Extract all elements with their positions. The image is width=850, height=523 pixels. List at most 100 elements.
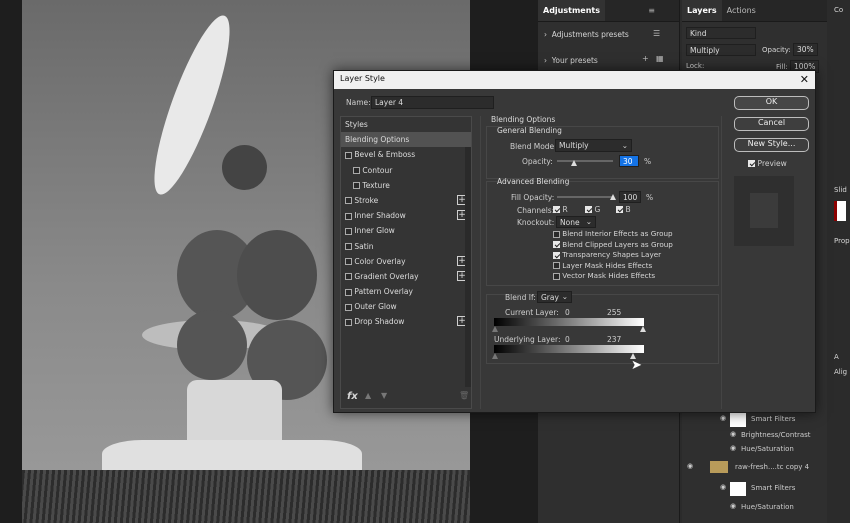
underlying-layer-gradient xyxy=(494,345,644,353)
knockout-select[interactable]: None ⌄ xyxy=(556,216,596,228)
style-checkbox[interactable] xyxy=(345,212,352,220)
style-checkbox[interactable] xyxy=(345,243,352,250)
style-item-bevel-emboss[interactable]: Bevel & Emboss xyxy=(341,147,471,162)
add-preset-icon[interactable]: + xyxy=(642,54,649,63)
name-input[interactable]: Layer 4 xyxy=(371,96,494,109)
style-checkbox[interactable] xyxy=(345,151,352,159)
arrow-up-icon[interactable]: ▲ xyxy=(365,391,371,400)
styles-scrollbar[interactable] xyxy=(465,147,471,387)
strawberry-shape xyxy=(222,145,267,190)
layer-thumb xyxy=(710,461,728,473)
style-item-inner-glow[interactable]: Inner Glow xyxy=(341,223,471,238)
layer-opacity[interactable]: Opacity: 30% xyxy=(762,43,818,56)
eye-icon[interactable]: ◉ xyxy=(687,462,693,470)
opacity-label: Opacity: xyxy=(522,157,553,166)
layer-row[interactable]: ◉ Smart Filters xyxy=(683,482,830,496)
tab-layers[interactable]: Layers xyxy=(682,0,722,21)
slider-thumb[interactable] xyxy=(570,160,577,166)
option-checkbox-0[interactable]: Blend Interior Effects as Group xyxy=(553,229,673,240)
layer-row[interactable]: ◉ Hue/Saturation xyxy=(683,443,830,457)
style-checkbox[interactable] xyxy=(353,182,360,190)
ok-button[interactable]: OK xyxy=(734,96,809,110)
adjustments-presets-row[interactable]: › Adjustments presets xyxy=(544,30,629,39)
option-checkbox-3[interactable]: Layer Mask Hides Effects xyxy=(553,261,673,272)
cancel-button[interactable]: Cancel xyxy=(734,117,809,131)
chevron-down-icon: ⌄ xyxy=(561,292,568,301)
underlying-low-handle[interactable] xyxy=(492,353,498,359)
dialog-titlebar[interactable]: Layer Style ✕ xyxy=(334,71,815,89)
fill-opacity-input[interactable]: 100 xyxy=(619,191,641,203)
fx-icon[interactable]: fx xyxy=(347,391,358,402)
cursor-icon: ➤ xyxy=(631,358,642,373)
layer-row[interactable]: ◉ Hue/Saturation xyxy=(683,501,830,515)
preview-box xyxy=(734,176,794,246)
channel-b-checkbox[interactable]: B xyxy=(616,205,631,214)
tab-actions[interactable]: Actions xyxy=(722,0,761,21)
option-checkbox-2[interactable]: Transparency Shapes Layer xyxy=(553,250,673,261)
eye-icon[interactable]: ◉ xyxy=(730,430,736,438)
current-low-handle[interactable] xyxy=(492,326,498,332)
style-item-contour[interactable]: Contour xyxy=(341,163,471,178)
divider xyxy=(721,116,722,409)
opacity-slider[interactable] xyxy=(557,160,613,166)
panel-menu-icon[interactable]: ≡ xyxy=(648,6,655,15)
style-checkbox[interactable] xyxy=(345,197,352,205)
style-label: Gradient Overlay xyxy=(354,271,419,281)
option-checkbox-4[interactable]: Vector Mask Hides Effects xyxy=(553,271,673,282)
blend-mode-select[interactable]: Multiply ⌄ xyxy=(555,139,632,152)
layer-blend-mode-select[interactable]: Multiply xyxy=(686,44,756,56)
option-checkbox-1[interactable]: Blend Clipped Layers as Group xyxy=(553,240,673,251)
blend-if-select[interactable]: Gray ⌄ xyxy=(537,291,572,303)
layer-row[interactable]: ◉ Brightness/Contrast xyxy=(683,429,830,443)
style-checkbox[interactable] xyxy=(353,167,360,175)
arrow-down-icon[interactable]: ▼ xyxy=(381,391,387,400)
tab-adjustments[interactable]: Adjustments xyxy=(538,0,605,21)
panel-tab-color[interactable]: Co xyxy=(834,6,843,14)
close-icon[interactable]: ✕ xyxy=(800,73,809,86)
style-checkbox[interactable] xyxy=(345,227,352,235)
panel-label-prop: Prop xyxy=(834,237,850,245)
opacity-input[interactable]: 30 xyxy=(619,155,639,167)
style-item-gradient-overlay[interactable]: Gradient Overlay + xyxy=(341,269,471,284)
fill-opacity-slider[interactable] xyxy=(557,194,616,200)
style-item-stroke[interactable]: Stroke + xyxy=(341,193,471,208)
style-item-outer-glow[interactable]: Outer Glow xyxy=(341,299,471,314)
percent-label: % xyxy=(646,193,654,202)
style-item-inner-shadow[interactable]: Inner Shadow + xyxy=(341,208,471,223)
channel-g-checkbox[interactable]: G xyxy=(585,205,600,214)
style-label: Bevel & Emboss xyxy=(354,150,416,160)
grid-view-icon[interactable]: ▦ xyxy=(656,54,664,63)
blend-if-label: Blend If: xyxy=(505,293,536,302)
new-style-button[interactable]: New Style... xyxy=(734,138,809,152)
style-item-drop-shadow[interactable]: Drop Shadow + xyxy=(341,314,471,329)
chevron-down-icon: ⌄ xyxy=(585,217,592,226)
panel-label-slid: Slid xyxy=(834,186,847,194)
style-item-satin[interactable]: Satin xyxy=(341,239,471,254)
eye-icon[interactable]: ◉ xyxy=(720,483,726,491)
eye-icon[interactable]: ◉ xyxy=(730,444,736,452)
layer-row[interactable]: ◉ Smart Filters xyxy=(683,413,830,427)
style-item-color-overlay[interactable]: Color Overlay + xyxy=(341,254,471,269)
eye-icon[interactable]: ◉ xyxy=(730,502,736,510)
style-checkbox[interactable] xyxy=(345,288,352,296)
properties-column: Co Slid Prop A Alig xyxy=(832,0,850,523)
channel-r-checkbox[interactable]: R xyxy=(553,205,568,214)
style-item-blending-options[interactable]: Blending Options xyxy=(341,132,471,148)
style-item-texture[interactable]: Texture xyxy=(341,178,471,193)
color-swatch[interactable] xyxy=(834,201,846,221)
your-presets-row[interactable]: › Your presets xyxy=(544,56,598,65)
style-checkbox[interactable] xyxy=(345,318,352,326)
eye-icon[interactable]: ◉ xyxy=(720,414,726,422)
style-checkbox[interactable] xyxy=(345,273,352,281)
style-checkbox[interactable] xyxy=(345,258,352,266)
current-high-handle[interactable] xyxy=(640,326,646,332)
layer-row[interactable]: ◉ raw-fresh....tc copy 4 xyxy=(683,461,830,475)
preview-checkbox[interactable]: Preview xyxy=(748,159,787,168)
trash-icon[interactable]: 🗑 xyxy=(459,391,469,400)
slider-thumb[interactable] xyxy=(610,194,616,200)
style-label: Texture xyxy=(362,180,390,190)
style-item-pattern-overlay[interactable]: Pattern Overlay xyxy=(341,284,471,299)
list-view-icon[interactable]: ☰ xyxy=(653,29,660,38)
style-checkbox[interactable] xyxy=(345,303,352,311)
filter-kind-select[interactable]: Kind xyxy=(686,27,756,39)
